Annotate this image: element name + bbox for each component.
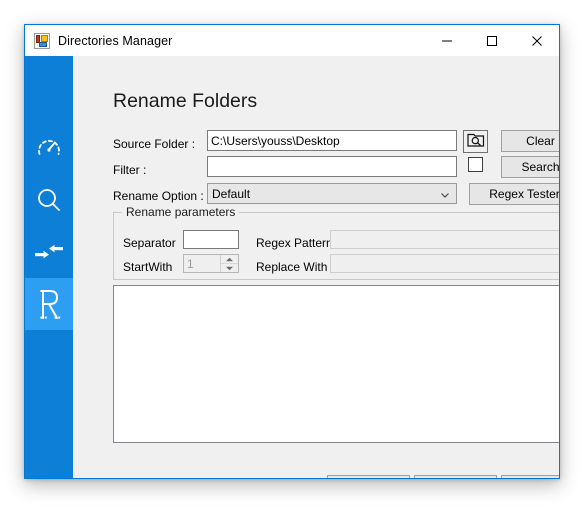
start-with-label: StartWith (123, 260, 173, 274)
clear-button[interactable]: Clear (501, 130, 559, 152)
rename-option-select[interactable]: Default (207, 183, 457, 204)
separator-input[interactable] (183, 230, 239, 249)
start-with-stepper[interactable]: 1 (183, 254, 239, 273)
separator-label: Separator (123, 236, 176, 250)
application-window: Directories Manager Rename Folders Sourc… (24, 24, 560, 479)
app-icon (34, 32, 50, 49)
browse-folder-button[interactable] (463, 130, 488, 153)
stepper-up-icon[interactable] (221, 255, 238, 263)
window-title: Directories Manager (58, 33, 173, 48)
regex-pattern-input[interactable] (330, 230, 559, 249)
search-button[interactable]: Search (501, 156, 559, 178)
sidebar-item-search[interactable] (25, 174, 73, 226)
replace-with-label: Replace With (256, 260, 328, 274)
maximize-icon[interactable] (469, 25, 514, 56)
screenshot-root: Directories Manager Rename Folders Sourc… (0, 0, 585, 510)
rename-button[interactable]: Rename (414, 475, 497, 478)
sidebar-item-rename[interactable] (25, 278, 73, 330)
regex-tester-button[interactable]: Regex Tester (469, 183, 559, 205)
gauge-icon (35, 134, 63, 162)
minimize-icon[interactable] (424, 25, 469, 56)
sidebar (25, 56, 73, 478)
letter-r-icon (35, 287, 63, 321)
chevron-down-icon (440, 189, 450, 199)
page-title: Rename Folders (113, 90, 258, 112)
source-folder-label: Source Folder : (113, 137, 196, 151)
filter-checkbox[interactable] (468, 157, 483, 172)
output-textarea[interactable] (113, 285, 559, 443)
filter-input[interactable] (207, 156, 457, 177)
window-controls (424, 25, 559, 56)
rename-option-label: Rename Option : (113, 189, 204, 203)
close-icon[interactable] (514, 25, 559, 56)
stepper-down-icon[interactable] (221, 263, 238, 272)
regex-pattern-label: Regex Pattern (256, 236, 333, 250)
replace-with-input[interactable] (330, 254, 559, 273)
magnifier-icon (35, 186, 63, 214)
rename-all-button[interactable]: Rename All (501, 475, 559, 478)
arrows-inward-icon (34, 241, 64, 263)
stepper-buttons[interactable] (220, 255, 238, 272)
source-folder-input[interactable]: C:\Users\youss\Desktop (207, 130, 457, 151)
clear-output-button[interactable]: Clear Output (327, 475, 410, 478)
start-with-value: 1 (187, 256, 194, 271)
main-content: Rename Folders Source Folder : C:\Users\… (73, 56, 559, 478)
filter-label: Filter : (113, 163, 147, 177)
folder-search-icon (466, 131, 485, 153)
sidebar-item-merge[interactable] (25, 226, 73, 278)
title-bar[interactable]: Directories Manager (25, 25, 559, 56)
rename-parameters-legend: Rename parameters (122, 205, 240, 219)
rename-option-value: Default (212, 186, 251, 201)
sidebar-item-dashboard[interactable] (25, 122, 73, 174)
